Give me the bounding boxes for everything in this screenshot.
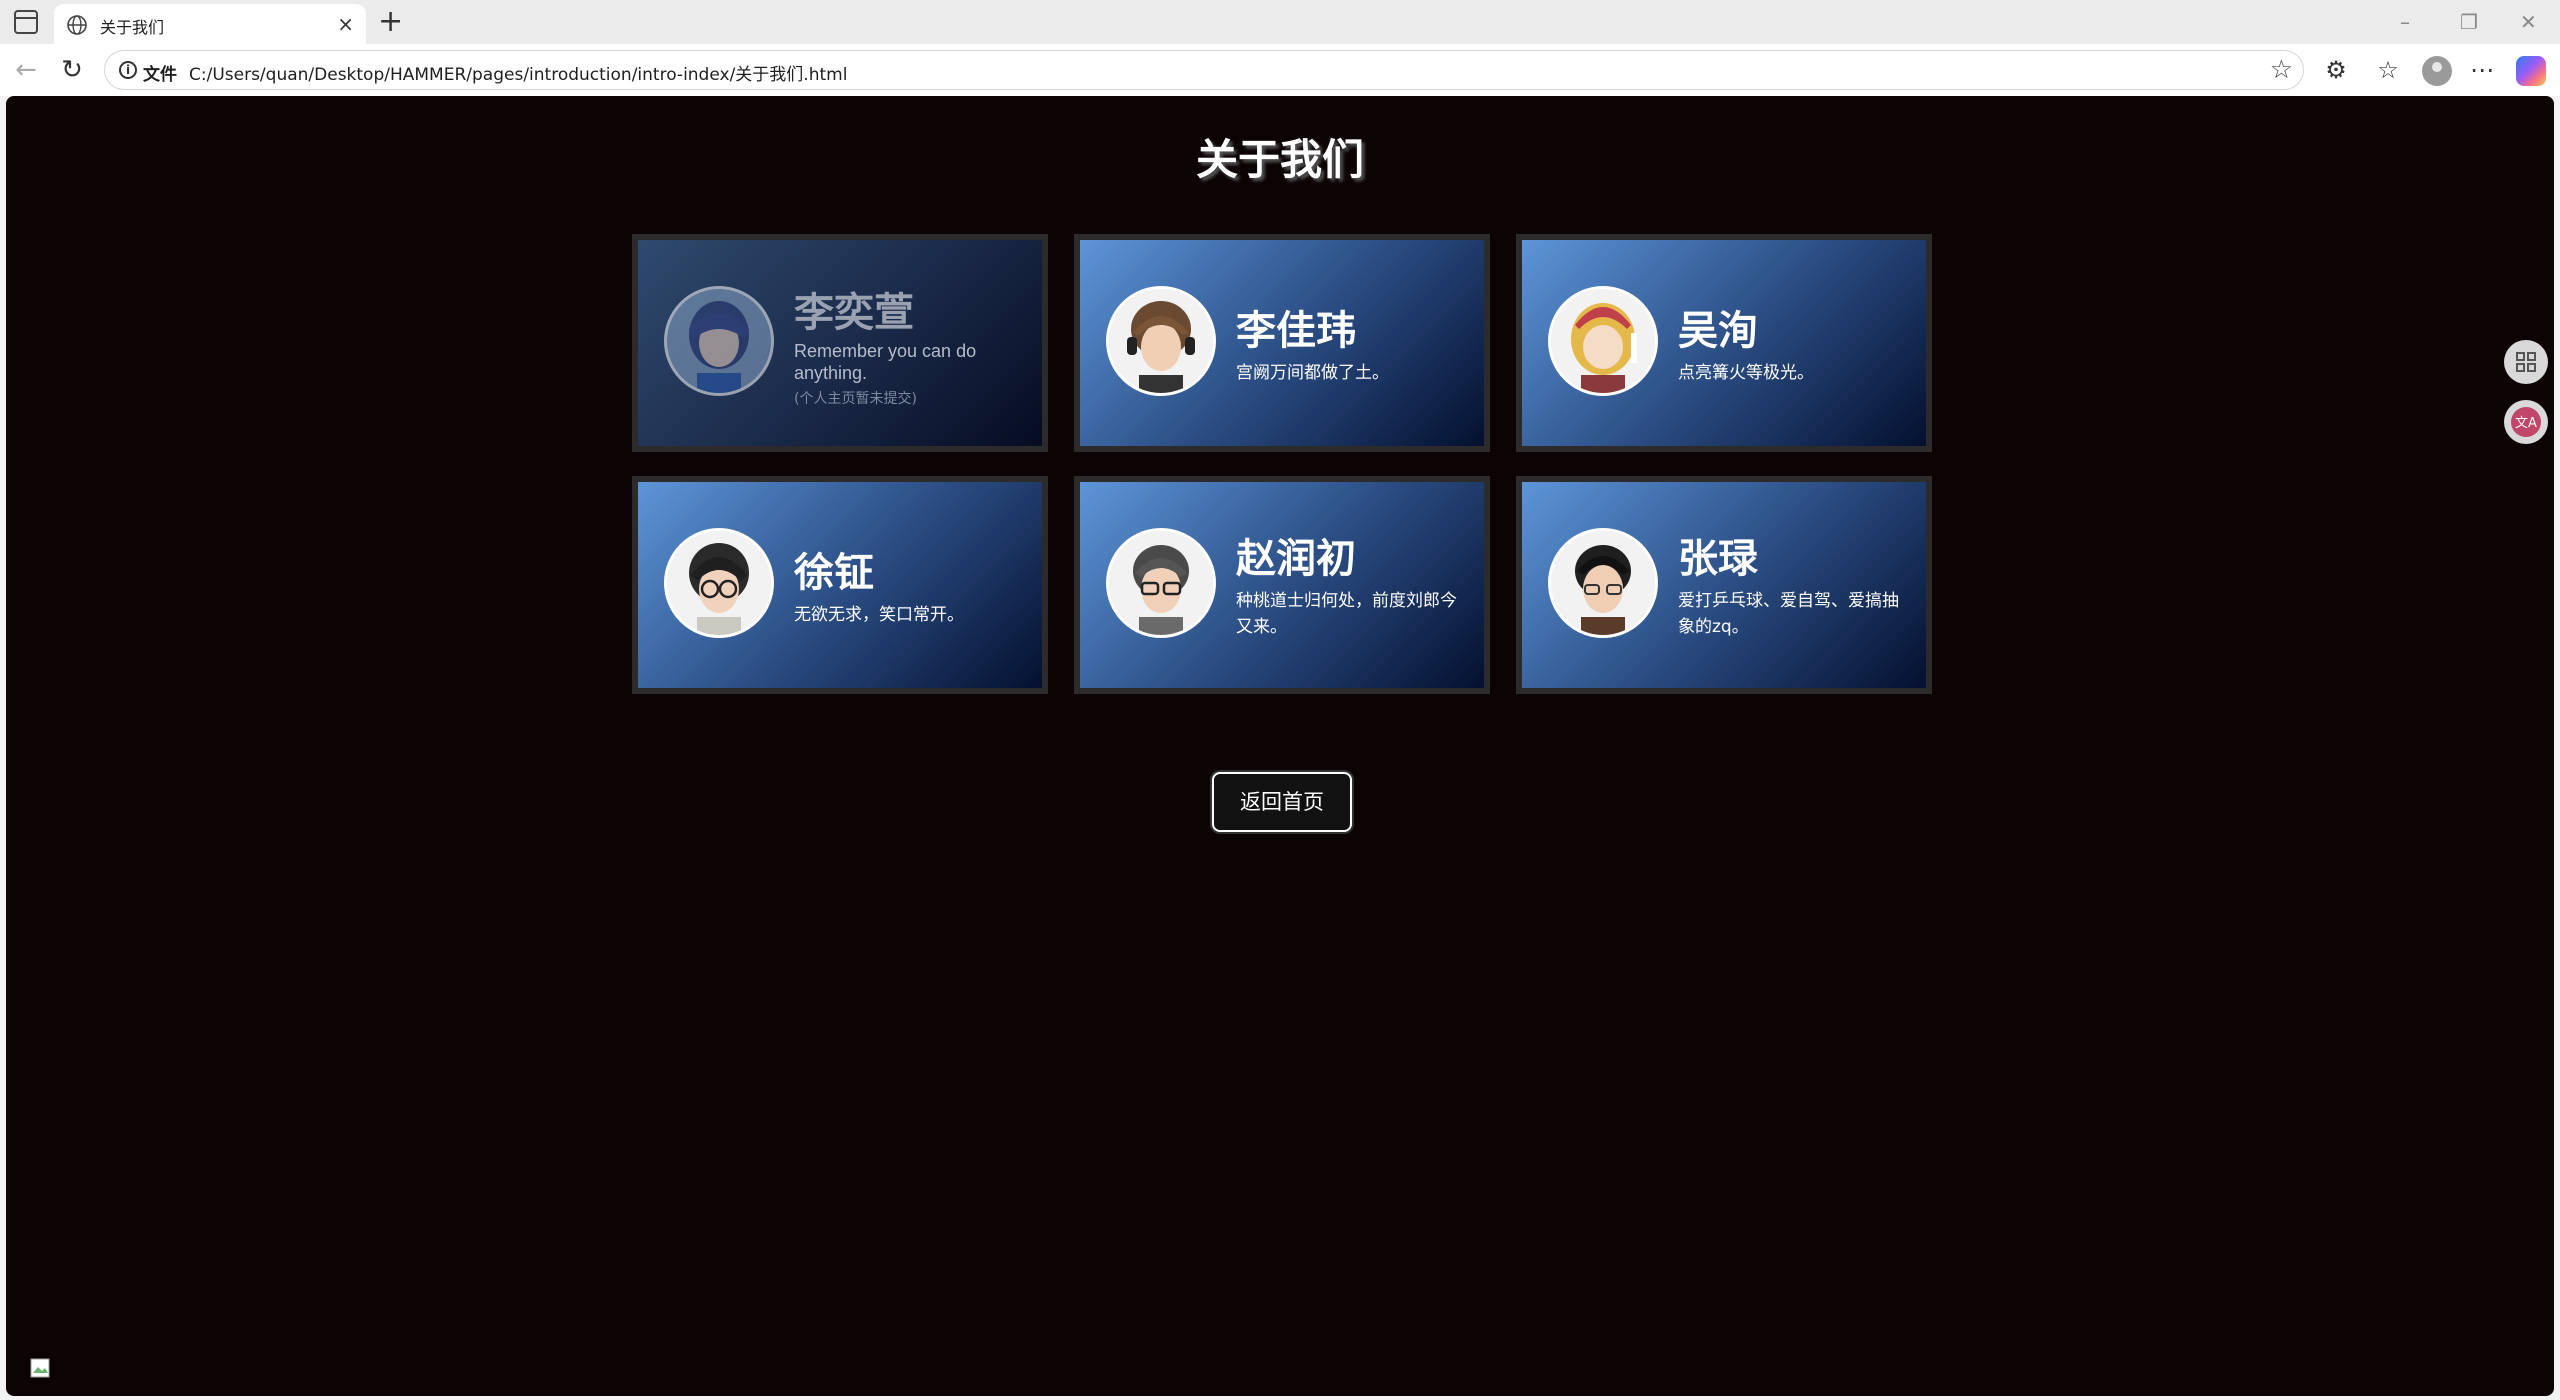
svg-text:文A: 文A — [2515, 416, 2537, 431]
member-avatar — [1106, 528, 1216, 638]
member-avatar — [664, 286, 774, 396]
page-viewport: 关于我们 李奕萱 Remember you can do anything. (… — [6, 96, 2554, 1396]
sidebar-icon[interactable] — [14, 10, 38, 34]
member-name: 吴洵 — [1678, 308, 1758, 354]
member-card[interactable]: 吴洵 点亮篝火等极光。 — [1516, 234, 1932, 452]
member-name: 张琭 — [1678, 536, 1758, 582]
member-card[interactable]: 赵润初 种桃道士归何处，前度刘郎今又来。 — [1074, 476, 1490, 694]
member-desc: Remember you can do anything. — [794, 341, 977, 383]
member-card[interactable]: 李佳玮 宫阙万间都做了土。 — [1074, 234, 1490, 452]
member-avatar — [1548, 286, 1658, 396]
restore-icon[interactable]: ❐ — [2460, 8, 2478, 36]
refresh-icon[interactable]: ↻ — [56, 54, 88, 86]
browser-tab[interactable]: 关于我们 × — [54, 4, 366, 44]
close-icon[interactable]: × — [337, 12, 354, 36]
tab-title: 关于我们 — [100, 18, 165, 37]
star-icon[interactable]: ☆ — [2270, 55, 2293, 85]
page-title: 关于我们 — [1195, 135, 1364, 184]
more-icon[interactable]: ⋯ — [2466, 54, 2498, 86]
home-button[interactable]: 返回首页 — [1212, 772, 1352, 832]
member-card[interactable]: 徐钲 无欲无求，笑口常开。 — [632, 476, 1048, 694]
address-url[interactable]: C:/Users/quan/Desktop/HAMMER/pages/intro… — [189, 60, 847, 85]
member-avatar — [664, 528, 774, 638]
minimize-icon[interactable]: – — [2400, 8, 2410, 36]
member-desc: 宫阙万间都做了土。 — [1236, 363, 1389, 383]
broken-image-icon — [30, 1358, 50, 1378]
info-icon[interactable]: i — [119, 61, 137, 79]
member-name: 徐钲 — [794, 550, 874, 596]
member-note: (个人主页暂未提交) — [794, 391, 917, 407]
back-icon[interactable]: ← — [10, 54, 42, 86]
member-desc: 点亮篝火等极光。 — [1678, 363, 1814, 383]
favorites-icon[interactable]: ☆ — [2372, 54, 2404, 86]
address-bar[interactable]: i 文件 C:/Users/quan/Desktop/HAMMER/pages/… — [104, 50, 2304, 90]
tab-bar: 关于我们 × + – ❐ ✕ — [0, 0, 2560, 44]
address-scheme: 文件 — [143, 65, 177, 85]
plus-icon[interactable]: + — [378, 6, 403, 38]
member-card[interactable]: 张琭 爱打乒乓球、爱自驾、爱搞抽象的zq。 — [1516, 476, 1932, 694]
member-avatar — [1548, 528, 1658, 638]
translate-widget-icon[interactable]: 文A — [2504, 400, 2548, 444]
member-card[interactable]: 李奕萱 Remember you can do anything. (个人主页暂… — [632, 234, 1048, 452]
member-desc: 爱打乒乓球、爱自驾、爱搞抽象的zq。 — [1678, 591, 1899, 637]
close-window-icon[interactable]: ✕ — [2520, 8, 2537, 36]
globe-icon — [67, 15, 87, 35]
member-desc: 种桃道士归何处，前度刘郎今又来。 — [1236, 591, 1457, 637]
member-avatar — [1106, 286, 1216, 396]
extensions-icon[interactable]: ⚙ — [2320, 54, 2352, 86]
copilot-icon[interactable] — [2516, 56, 2546, 86]
member-name: 李佳玮 — [1236, 308, 1356, 354]
member-name: 赵润初 — [1236, 536, 1356, 582]
profile-icon[interactable] — [2422, 56, 2452, 86]
member-desc: 无欲无求，笑口常开。 — [794, 605, 964, 625]
member-name: 李奕萱 — [794, 290, 914, 336]
apps-widget-icon[interactable] — [2504, 340, 2548, 384]
